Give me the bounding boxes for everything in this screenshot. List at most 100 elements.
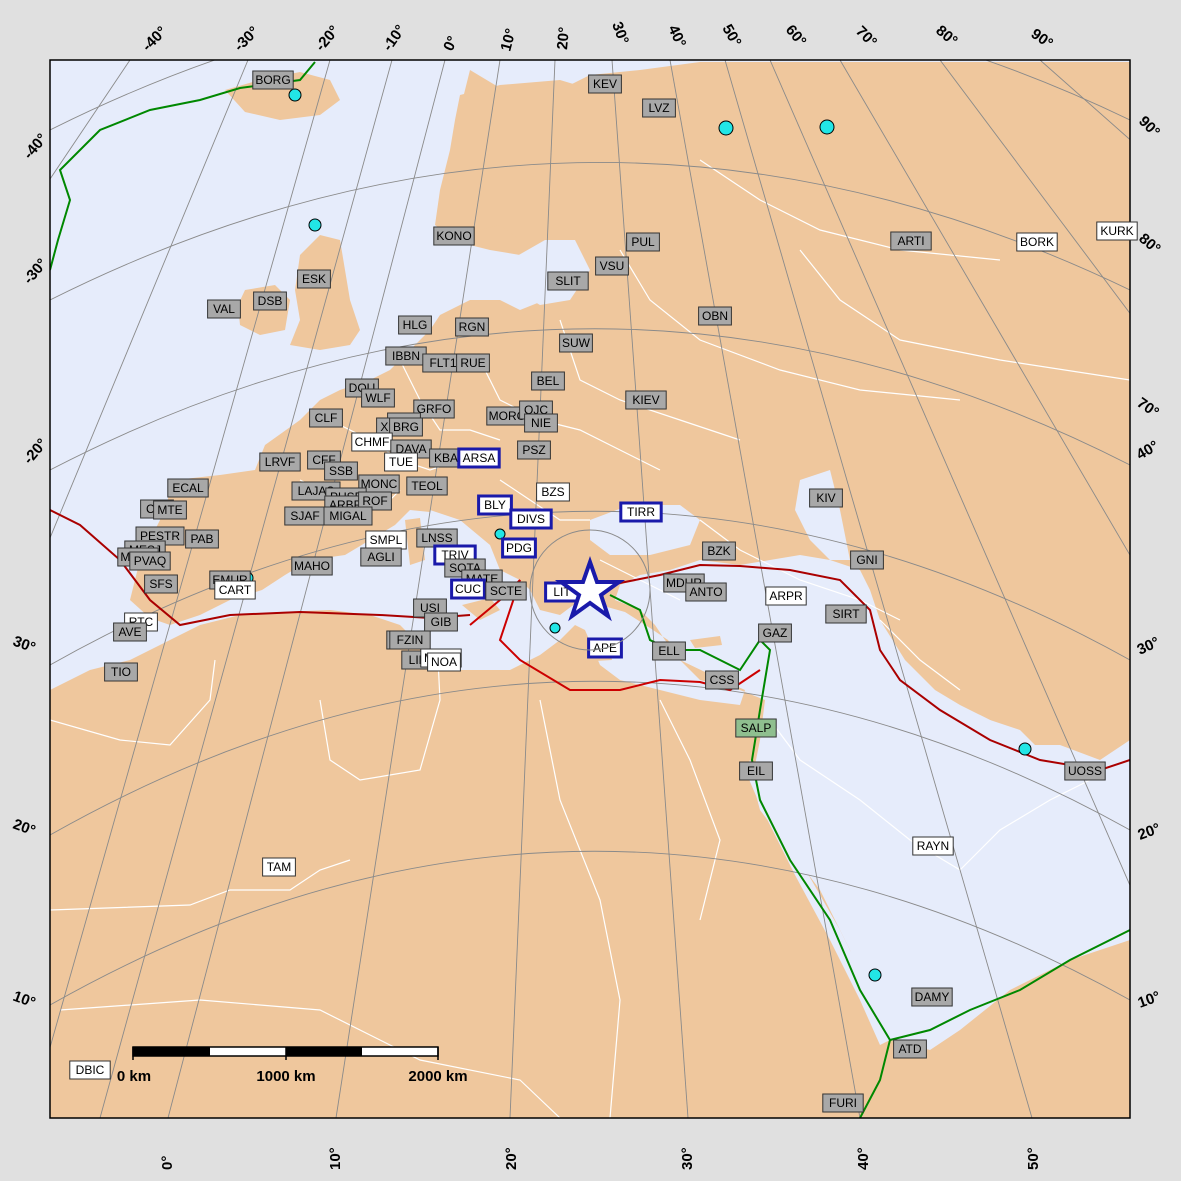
station-code: PUL xyxy=(631,235,655,249)
station-code: SIRT xyxy=(832,607,860,621)
station-label-arsa: ARSA xyxy=(457,447,501,469)
scale-label: 2000 km xyxy=(408,1068,467,1085)
station-code: DBIC xyxy=(76,1063,105,1077)
station-code: DSB xyxy=(258,294,283,308)
station-code: TIRR xyxy=(627,505,655,519)
station-label-bzs: BZS xyxy=(536,482,570,502)
station-code: RGN xyxy=(459,320,486,334)
tick-left-label: -30° xyxy=(20,255,51,287)
station-code: CLF xyxy=(315,411,338,425)
tick-left-label: -20° xyxy=(20,435,51,467)
station-label-vsu: VSU xyxy=(595,256,629,276)
station-code: OBN xyxy=(702,309,728,323)
station-code: UOSS xyxy=(1068,764,1102,778)
station-code: ESK xyxy=(302,272,326,286)
station-code: SMPL xyxy=(370,533,403,547)
station-label-esk: ESK xyxy=(297,269,331,289)
station-code: KBA xyxy=(434,451,458,465)
right-ticks: 90° 80° 70° 40° 30° 20° 10° xyxy=(1134,113,1164,1012)
station-code: VSU xyxy=(600,259,625,273)
station-label-hlg: HLG xyxy=(398,315,432,335)
station-label-furi: FURI xyxy=(822,1093,864,1113)
station-code: RAYN xyxy=(917,839,949,853)
left-ticks: -40° -30° -20° 10° 20° 30° xyxy=(11,130,51,1011)
station-code: PVAQ xyxy=(134,554,166,568)
station-label-eil: EIL xyxy=(739,761,773,781)
station-code: WLF xyxy=(365,391,390,405)
scale-label: 1000 km xyxy=(256,1068,315,1085)
station-code: NOA xyxy=(431,655,457,669)
station-code: GAZ xyxy=(763,626,788,640)
volcano-marker xyxy=(718,120,734,136)
station-code: SSB xyxy=(329,464,353,478)
station-label-kono: KONO xyxy=(433,226,475,246)
station-label-pul: PUL xyxy=(626,232,660,252)
volcano-marker xyxy=(549,622,561,634)
station-code: BZK xyxy=(707,544,730,558)
station-label-ecal: ECAL xyxy=(167,478,209,498)
station-code: GRFO xyxy=(417,402,452,416)
station-label-uoss: UOSS xyxy=(1064,761,1106,781)
station-label-arpr: ARPR xyxy=(765,586,807,606)
tick-right-label: 30° xyxy=(1135,634,1163,659)
tick-top-label: 10° xyxy=(497,27,519,53)
station-label-rue: RUE xyxy=(456,353,490,373)
tick-top-label: 30° xyxy=(608,20,632,47)
station-label-cuc: CUC xyxy=(450,578,486,600)
station-code: ELL xyxy=(658,644,680,658)
station-label-sfs: SFS xyxy=(144,574,178,594)
station-label-ssb: SSB xyxy=(324,461,358,481)
station-code: NIE xyxy=(531,416,551,430)
station-label-brg: BRG xyxy=(389,417,423,437)
station-label-damy: DAMY xyxy=(911,987,953,1007)
tick-top-label: 0° xyxy=(440,34,461,54)
seismic-station-map: -40° -30° -20° -10° 0° 10° 20° 30° 40° 5… xyxy=(11,20,1164,1170)
station-code: SCTE xyxy=(490,584,522,598)
volcano-marker xyxy=(868,968,882,982)
station-code: KIEV xyxy=(632,393,659,407)
station-label-gib: GIB xyxy=(424,612,458,632)
station-code: CART xyxy=(219,583,252,597)
tick-top-label: 40° xyxy=(664,23,689,51)
station-code: MTE xyxy=(157,503,182,517)
volcano-marker xyxy=(1018,742,1032,756)
tick-top-label: 20° xyxy=(554,26,573,50)
tick-top-label: 50° xyxy=(719,22,745,50)
tick-bottom-label: 10° xyxy=(327,1147,344,1170)
station-label-slit: SLIT xyxy=(547,271,589,291)
tick-bottom-label: 50° xyxy=(1025,1147,1042,1170)
station-code: ECAL xyxy=(172,481,204,495)
station-label-gni: GNI xyxy=(850,550,884,570)
station-code: TEOL xyxy=(411,479,443,493)
station-code: TUE xyxy=(389,455,413,469)
station-code: GNI xyxy=(856,553,877,567)
station-code: KIV xyxy=(816,491,835,505)
station-code: BZS xyxy=(541,485,564,499)
tick-top-label: 80° xyxy=(932,22,960,50)
station-code: DIVS xyxy=(517,512,545,526)
tick-bottom-label: 20° xyxy=(503,1147,520,1170)
station-code: SALP xyxy=(741,721,772,735)
station-code: SUW xyxy=(562,336,591,350)
station-label-sirt: SIRT xyxy=(825,604,867,624)
station-label-tio: TIO xyxy=(104,662,138,682)
tick-right-label: 40° xyxy=(1134,437,1162,463)
station-code: BLY xyxy=(484,498,506,512)
station-code: ARTI xyxy=(897,234,924,248)
station-code: MIGAL xyxy=(329,509,367,523)
station-label-rayn: RAYN xyxy=(912,836,954,856)
station-label-val: VAL xyxy=(207,299,241,319)
station-label-ibbn: IBBN xyxy=(385,346,427,366)
station-code: HLG xyxy=(403,318,428,332)
station-code: KEV xyxy=(593,77,617,91)
station-code: FURI xyxy=(829,1096,857,1110)
station-label-wlf: WLF xyxy=(361,388,395,408)
station-label-agli: AGLI xyxy=(360,547,402,567)
station-label-pdg: PDG xyxy=(501,537,537,559)
station-label-kiv: KIV xyxy=(809,488,843,508)
station-label-suw: SUW xyxy=(559,333,593,353)
station-code: TIO xyxy=(111,665,131,679)
station-label-rgn: RGN xyxy=(455,317,489,337)
station-code: EIL xyxy=(747,764,765,778)
station-code: SFS xyxy=(149,577,172,591)
